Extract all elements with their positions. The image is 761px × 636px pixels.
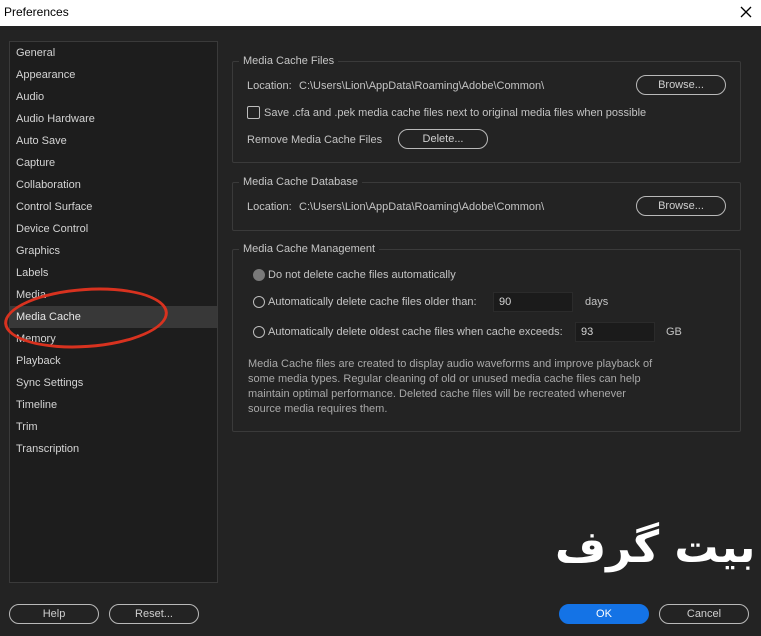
sidebar-item-media-cache[interactable]: Media Cache bbox=[10, 306, 217, 328]
sidebar-item-media[interactable]: Media bbox=[10, 284, 217, 306]
sidebar-item-labels[interactable]: Labels bbox=[10, 262, 217, 284]
delete-cache-button[interactable]: Delete... bbox=[398, 129, 488, 149]
window-title: Preferences bbox=[4, 5, 69, 19]
no-delete-label: Do not delete cache files automatically bbox=[268, 269, 456, 281]
description-line: Media Cache files are created to display… bbox=[248, 358, 653, 370]
cache-size-limit-input[interactable]: 93 bbox=[575, 322, 655, 342]
cancel-button[interactable]: Cancel bbox=[659, 604, 749, 624]
description-line: some media types. Regular cleaning of ol… bbox=[248, 373, 641, 385]
delete-older-than-radio[interactable] bbox=[253, 296, 265, 308]
cache-database-location-label: Location: bbox=[247, 201, 292, 213]
sidebar-item-collaboration[interactable]: Collaboration bbox=[10, 174, 217, 196]
save-cache-next-to-media-label: Save .cfa and .pek media cache files nex… bbox=[264, 107, 647, 119]
remove-cache-files-label: Remove Media Cache Files bbox=[247, 134, 383, 146]
sidebar-item-audio-hardware[interactable]: Audio Hardware bbox=[10, 108, 217, 130]
cache-database-location-path: C:\Users\Lion\AppData\Roaming\Adobe\Comm… bbox=[299, 201, 545, 213]
days-unit-label: days bbox=[585, 296, 609, 308]
no-delete-radio[interactable] bbox=[253, 269, 265, 281]
sidebar-item-playback[interactable]: Playback bbox=[10, 350, 217, 372]
watermark-logo: بیت گرف bbox=[555, 522, 756, 573]
delete-older-than-label: Automatically delete cache files older t… bbox=[268, 296, 477, 308]
sidebar-item-capture[interactable]: Capture bbox=[10, 152, 217, 174]
sidebar-item-device-control[interactable]: Device Control bbox=[10, 218, 217, 240]
older-than-days-input[interactable]: 90 bbox=[493, 292, 573, 312]
sidebar-item-memory[interactable]: Memory bbox=[10, 328, 217, 350]
cache-files-location-label: Location: bbox=[247, 80, 292, 92]
sidebar-item-transcription[interactable]: Transcription bbox=[10, 438, 217, 460]
help-button[interactable]: Help bbox=[9, 604, 99, 624]
close-icon bbox=[740, 6, 752, 18]
cache-management-description: Media Cache files are created to display… bbox=[248, 357, 688, 417]
cache-database-browse-button[interactable]: Browse... bbox=[636, 196, 726, 216]
sidebar-item-audio[interactable]: Audio bbox=[10, 86, 217, 108]
preferences-sidebar: General Appearance Audio Audio Hardware … bbox=[9, 41, 218, 583]
description-line: maintain optimal performance. Deleted ca… bbox=[248, 388, 626, 400]
media-cache-files-title: Media Cache Files bbox=[239, 54, 339, 68]
delete-when-exceeds-radio[interactable] bbox=[253, 326, 265, 338]
sidebar-item-sync-settings[interactable]: Sync Settings bbox=[10, 372, 217, 394]
delete-when-exceeds-label: Automatically delete oldest cache files … bbox=[268, 326, 563, 338]
sidebar-item-control-surface[interactable]: Control Surface bbox=[10, 196, 217, 218]
sidebar-item-auto-save[interactable]: Auto Save bbox=[10, 130, 217, 152]
cache-files-location-path: C:\Users\Lion\AppData\Roaming\Adobe\Comm… bbox=[299, 80, 545, 92]
reset-button[interactable]: Reset... bbox=[109, 604, 199, 624]
ok-button[interactable]: OK bbox=[559, 604, 649, 624]
title-bar: Preferences bbox=[0, 0, 761, 26]
sidebar-item-graphics[interactable]: Graphics bbox=[10, 240, 217, 262]
description-line: source media requires them. bbox=[248, 403, 388, 415]
cache-files-browse-button[interactable]: Browse... bbox=[636, 75, 726, 95]
sidebar-item-timeline[interactable]: Timeline bbox=[10, 394, 217, 416]
sidebar-item-appearance[interactable]: Appearance bbox=[10, 64, 217, 86]
media-cache-management-title: Media Cache Management bbox=[239, 242, 380, 256]
save-cache-next-to-media-checkbox[interactable] bbox=[247, 106, 260, 119]
sidebar-item-general[interactable]: General bbox=[10, 42, 217, 64]
sidebar-item-trim[interactable]: Trim bbox=[10, 416, 217, 438]
close-button[interactable] bbox=[735, 1, 757, 23]
media-cache-database-title: Media Cache Database bbox=[239, 175, 362, 189]
gb-unit-label: GB bbox=[666, 326, 682, 338]
